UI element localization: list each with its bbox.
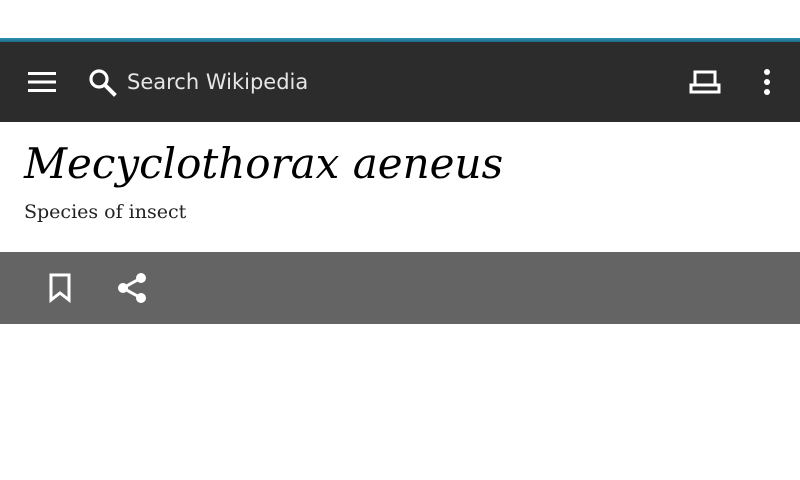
search-button[interactable] bbox=[84, 60, 120, 104]
bookmark-icon bbox=[49, 273, 71, 303]
overflow-menu-icon bbox=[764, 69, 770, 95]
reading-list-icon bbox=[689, 70, 721, 94]
share-icon bbox=[118, 273, 146, 303]
reading-list-button[interactable] bbox=[682, 60, 728, 104]
search-input[interactable]: Search Wikipedia bbox=[127, 66, 308, 98]
hamburger-menu-icon bbox=[28, 72, 56, 92]
top-strip bbox=[0, 0, 800, 38]
overflow-menu-button[interactable] bbox=[748, 60, 786, 104]
article-content bbox=[0, 324, 800, 480]
search-icon bbox=[89, 69, 117, 97]
menu-button[interactable] bbox=[20, 60, 64, 104]
share-button[interactable] bbox=[110, 266, 154, 310]
save-button[interactable] bbox=[38, 266, 82, 310]
article-description: Species of insect bbox=[24, 201, 187, 223]
article-action-bar bbox=[0, 252, 800, 324]
article-title: Mecyclothorax aeneus bbox=[24, 139, 504, 188]
app-toolbar: Search Wikipedia bbox=[0, 42, 800, 122]
article-header: Mecyclothorax aeneus Species of insect bbox=[0, 122, 800, 252]
